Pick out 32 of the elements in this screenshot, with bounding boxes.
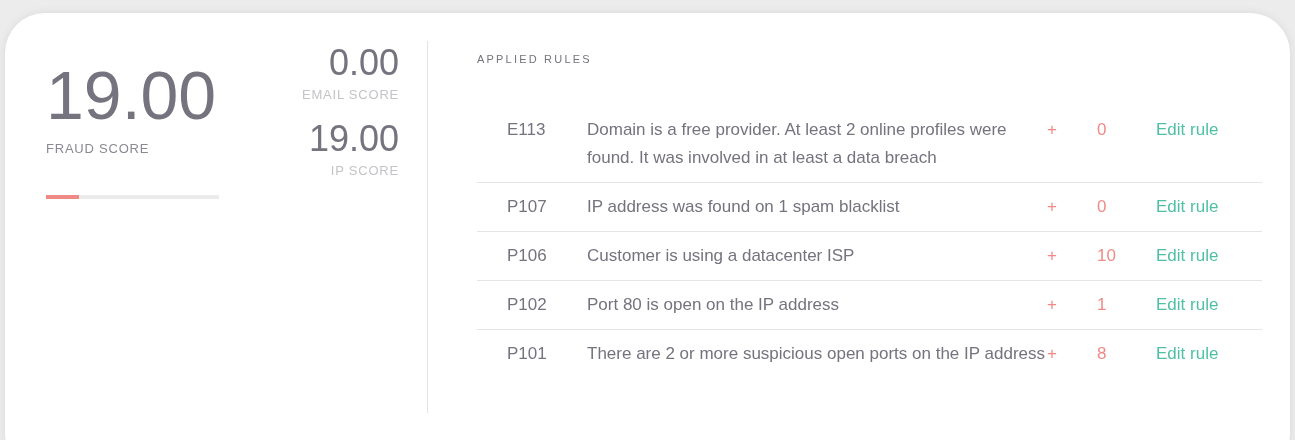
plus-sign: + bbox=[1047, 195, 1058, 218]
plus-sign: + bbox=[1047, 118, 1058, 141]
rule-code: P106 bbox=[506, 244, 548, 267]
plus-sign: + bbox=[1047, 342, 1058, 365]
rule-points: 10 bbox=[1097, 244, 1117, 267]
rule-description: IP address was found on 1 spam blacklist bbox=[587, 195, 901, 218]
rule-points: 0 bbox=[1097, 195, 1108, 218]
rule-points: 0 bbox=[1097, 118, 1108, 141]
rule-code: E113 bbox=[506, 118, 547, 141]
rule-points: 1 bbox=[1097, 293, 1108, 316]
rule-code: P101 bbox=[506, 342, 548, 365]
score-value: 0.00 bbox=[328, 41, 399, 85]
rule-code: P107 bbox=[506, 195, 548, 218]
edit-rule-link[interactable]: Edit rule bbox=[1156, 339, 1219, 368]
rule-description: Customer is using a datacenter ISP bbox=[587, 244, 856, 267]
rule-code: P102 bbox=[506, 293, 548, 316]
plus-sign: + bbox=[1047, 293, 1058, 316]
edit-rule-link[interactable]: Edit rule bbox=[1156, 192, 1219, 221]
fraud-score-label: FRAUD SCORE bbox=[46, 140, 151, 158]
fraud-score-value: 19.00 bbox=[46, 56, 218, 135]
edit-rule-link[interactable]: Edit rule bbox=[1156, 241, 1219, 270]
rule-points: 8 bbox=[1097, 342, 1108, 365]
plus-sign: + bbox=[1047, 244, 1058, 267]
score-label: IP SCORE bbox=[330, 161, 399, 180]
rule-description: There are 2 or more suspicious open ports on the IP address bbox=[587, 342, 1046, 365]
rule-description: Domain is a free provider. At least 2 online profiles were found. It was involved in at least a data breach bbox=[587, 118, 1008, 169]
edit-rule-link[interactable]: Edit rule bbox=[1156, 290, 1219, 319]
score-value: 19.00 bbox=[308, 116, 399, 161]
rule-description: Port 80 is open on the IP address bbox=[587, 293, 841, 316]
score-label: EMAIL SCORE bbox=[302, 86, 399, 104]
section-title: APPLIED RULES bbox=[477, 52, 593, 67]
edit-rule-link[interactable]: Edit rule bbox=[1156, 115, 1219, 144]
